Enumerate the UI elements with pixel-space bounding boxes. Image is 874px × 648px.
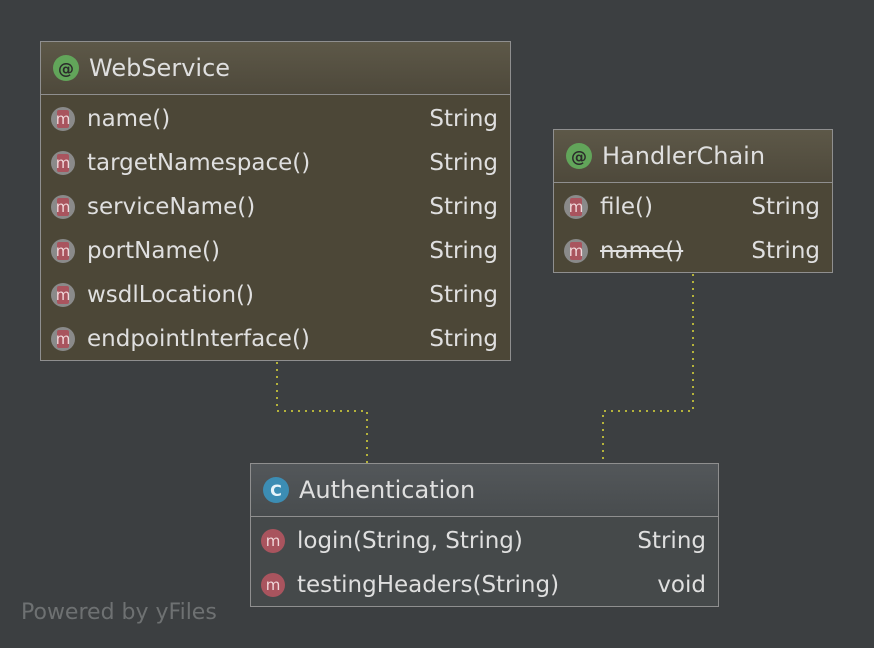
- member-name-deprecated: name(): [600, 238, 684, 264]
- webservice-node[interactable]: @ WebService m name() String m targetNam…: [40, 41, 511, 361]
- member-row[interactable]: m name() String: [554, 229, 832, 273]
- authentication-header: C Authentication: [251, 464, 718, 517]
- member-name: portName(): [87, 238, 220, 264]
- member-name: name(): [87, 106, 171, 132]
- method-icon: m: [51, 239, 75, 263]
- edge-handlerchain-authentication: [602, 274, 694, 463]
- method-icon: m: [261, 573, 285, 597]
- method-icon: m: [51, 327, 75, 351]
- member-row[interactable]: m testingHeaders(String) void: [251, 563, 718, 607]
- member-name: serviceName(): [87, 194, 256, 220]
- node-title: Authentication: [299, 476, 476, 504]
- member-type: String: [429, 106, 498, 132]
- webservice-header: @ WebService: [41, 42, 510, 95]
- member-name: file(): [600, 194, 653, 220]
- node-title: HandlerChain: [602, 142, 766, 170]
- class-icon: C: [263, 477, 289, 503]
- handlerchain-node[interactable]: @ HandlerChain m file() String m name() …: [553, 129, 833, 273]
- member-type: String: [429, 238, 498, 264]
- member-name: targetNamespace(): [87, 150, 311, 176]
- member-row[interactable]: m serviceName() String: [41, 185, 510, 229]
- member-type: String: [429, 194, 498, 220]
- member-row[interactable]: m targetNamespace() String: [41, 141, 510, 185]
- method-icon: m: [564, 195, 588, 219]
- method-icon: m: [51, 151, 75, 175]
- member-name: login(String, String): [297, 528, 523, 554]
- member-type: String: [751, 194, 820, 220]
- member-type: String: [751, 238, 820, 264]
- edge-webservice-authentication: [276, 362, 368, 463]
- method-icon: m: [261, 529, 285, 553]
- authentication-node[interactable]: C Authentication m login(String, String)…: [250, 463, 719, 607]
- method-icon: m: [51, 195, 75, 219]
- member-row[interactable]: m endpointInterface() String: [41, 317, 510, 361]
- member-type: String: [429, 150, 498, 176]
- member-name: wsdlLocation(): [87, 282, 255, 308]
- annotation-icon: @: [566, 143, 592, 169]
- member-type: String: [637, 528, 706, 554]
- member-type: void: [657, 572, 706, 598]
- member-name: endpointInterface(): [87, 326, 310, 352]
- method-icon: m: [51, 107, 75, 131]
- member-row[interactable]: m file() String: [554, 185, 832, 229]
- powered-by-label: Powered by yFiles: [21, 600, 217, 625]
- member-type: String: [429, 326, 498, 352]
- member-name: testingHeaders(String): [297, 572, 560, 598]
- handlerchain-header: @ HandlerChain: [554, 130, 832, 183]
- member-row[interactable]: m wsdlLocation() String: [41, 273, 510, 317]
- member-type: String: [429, 282, 498, 308]
- method-icon: m: [51, 283, 75, 307]
- annotation-icon: @: [53, 55, 79, 81]
- method-icon: m: [564, 239, 588, 263]
- node-title: WebService: [89, 54, 231, 82]
- member-row[interactable]: m portName() String: [41, 229, 510, 273]
- member-row[interactable]: m login(String, String) String: [251, 519, 718, 563]
- member-row[interactable]: m name() String: [41, 97, 510, 141]
